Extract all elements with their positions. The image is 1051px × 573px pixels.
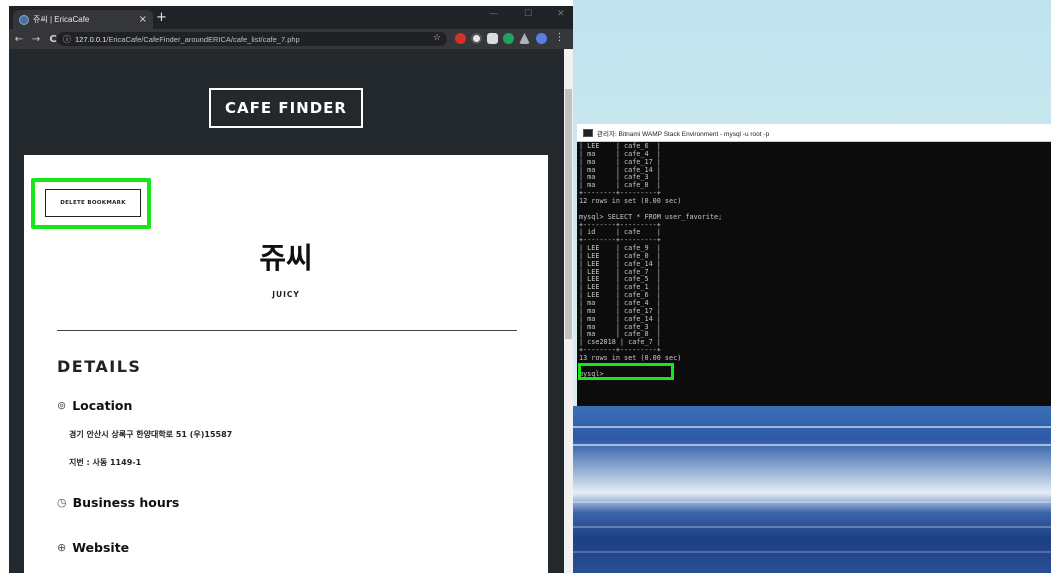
url-host: 127.0.0.1 (75, 34, 107, 44)
delete-bookmark-button[interactable]: DELETE BOOKMARK (45, 189, 141, 217)
back-icon[interactable]: ← (12, 34, 26, 45)
profile-avatar-icon[interactable] (536, 33, 547, 44)
address-url: 127.0.0.1/EricaCafe/CafeFinder_aroundERI… (75, 35, 300, 44)
terminal-line: | LEE | cafe_0 | (579, 251, 661, 260)
terminal-line: 12 rows in set (0.00 sec) (579, 196, 682, 205)
extension-record-icon[interactable] (471, 33, 482, 44)
terminal-line: | LEE | cafe_6 | (579, 142, 661, 150)
cafe-name-english: JUICY (272, 290, 300, 299)
wallpaper-water (573, 406, 1051, 573)
wave-stripe (573, 501, 1051, 503)
address-bar[interactable]: ⓘ 127.0.0.1/EricaCafe/CafeFinder_aroundE… (57, 32, 447, 46)
page-scrollbar[interactable] (564, 49, 573, 573)
terminal-line: | ma | cafe_17 | (579, 157, 661, 166)
terminal-line: | LEE | cafe_9 | (579, 244, 661, 253)
bookmark-star-icon[interactable]: ☆ (433, 33, 441, 43)
terminal-line: 13 rows in set (0.00 sec) (579, 353, 682, 362)
site-favicon-icon (19, 14, 29, 25)
address-text: 경기 안산시 상록구 한양대학로 51 (우)15587 (69, 430, 233, 439)
forward-icon[interactable]: → (29, 34, 43, 45)
close-window-icon[interactable]: ✕ (557, 9, 565, 19)
tab-close-icon[interactable]: × (139, 14, 147, 25)
wave-stripe (573, 551, 1051, 553)
extension-red-icon[interactable] (455, 33, 466, 44)
cafe-name-korean: 쥬씨 (259, 241, 313, 275)
terminal-line: | LEE | cafe_14 | (579, 259, 661, 268)
minimize-icon[interactable]: — (489, 9, 498, 19)
terminal-line: | ma | cafe_14 | (579, 314, 661, 323)
website-section: ⊕ Website (57, 540, 129, 555)
location-section: ⊚ Location (57, 398, 132, 413)
extension-note-icon[interactable] (487, 33, 498, 44)
tab-title: 쥬씨 | EricaCafe (33, 15, 90, 24)
menu-kebab-icon[interactable]: ⋮ (554, 33, 565, 44)
hours-section: ◷ Business hours (57, 495, 179, 510)
maximize-icon[interactable]: ☐ (524, 9, 532, 19)
wave-stripe (573, 526, 1051, 528)
tab-strip: 쥬씨 | EricaCafe × + — ☐ ✕ (9, 6, 573, 29)
divider (57, 330, 517, 331)
clock-icon: ◷ (57, 496, 67, 509)
wave-stripe (573, 426, 1051, 428)
globe-icon: ⊕ (57, 541, 67, 554)
terminal-line: | ma | cafe_4 | (579, 149, 661, 158)
location-label: Location (72, 398, 133, 413)
terminal-title-bar[interactable]: 관리자: Bitnami WAMP Stack Environment - my… (577, 124, 1051, 142)
highlight-box (578, 363, 674, 380)
website-label: Website (72, 540, 130, 555)
desktop-wallpaper: 관리자: Bitnami WAMP Stack Environment - my… (573, 0, 1051, 573)
url-path: /EricaCafe/CafeFinder_aroundERICA/cafe_l… (106, 34, 300, 44)
location-pin-icon: ⊚ (57, 399, 67, 412)
new-tab-button[interactable]: + (156, 10, 167, 26)
browser-window: 쥬씨 | EricaCafe × + — ☐ ✕ ← → C ⓘ 127.0.0… (9, 6, 573, 573)
cafe-detail-card: DELETE BOOKMARK 쥬씨 JUICY DETAILS ⊚ Locat… (24, 155, 548, 573)
wave-stripe (573, 444, 1051, 446)
terminal-line: | ma | cafe_4 | (579, 299, 661, 307)
details-heading: DETAILS (57, 357, 142, 376)
lot-address-text: 지번 : 사동 1149-1 (69, 458, 142, 467)
site-info-icon[interactable]: ⓘ (63, 34, 71, 45)
mysql-terminal-window[interactable]: 관리자: Bitnami WAMP Stack Environment - my… (577, 124, 1051, 406)
hours-label: Business hours (72, 495, 180, 510)
page-viewport: CAFE FINDER DELETE BOOKMARK 쥬씨 JUICY DET… (9, 49, 564, 573)
terminal-title: 관리자: Bitnami WAMP Stack Environment - my… (597, 130, 770, 138)
desktop-screen: 쥬씨 | EricaCafe × + — ☐ ✕ ← → C ⓘ 127.0.0… (0, 0, 1051, 573)
terminal-line: | ma | cafe_17 | (579, 306, 661, 315)
extension-green-icon[interactable] (503, 33, 514, 44)
console-icon (583, 128, 593, 137)
scrollbar-thumb[interactable] (565, 89, 572, 339)
browser-tab[interactable]: 쥬씨 | EricaCafe × (13, 10, 153, 29)
site-logo[interactable]: CAFE FINDER (209, 88, 363, 128)
terminal-line: mysql> SELECT * FROM user_favorite; (579, 212, 723, 221)
